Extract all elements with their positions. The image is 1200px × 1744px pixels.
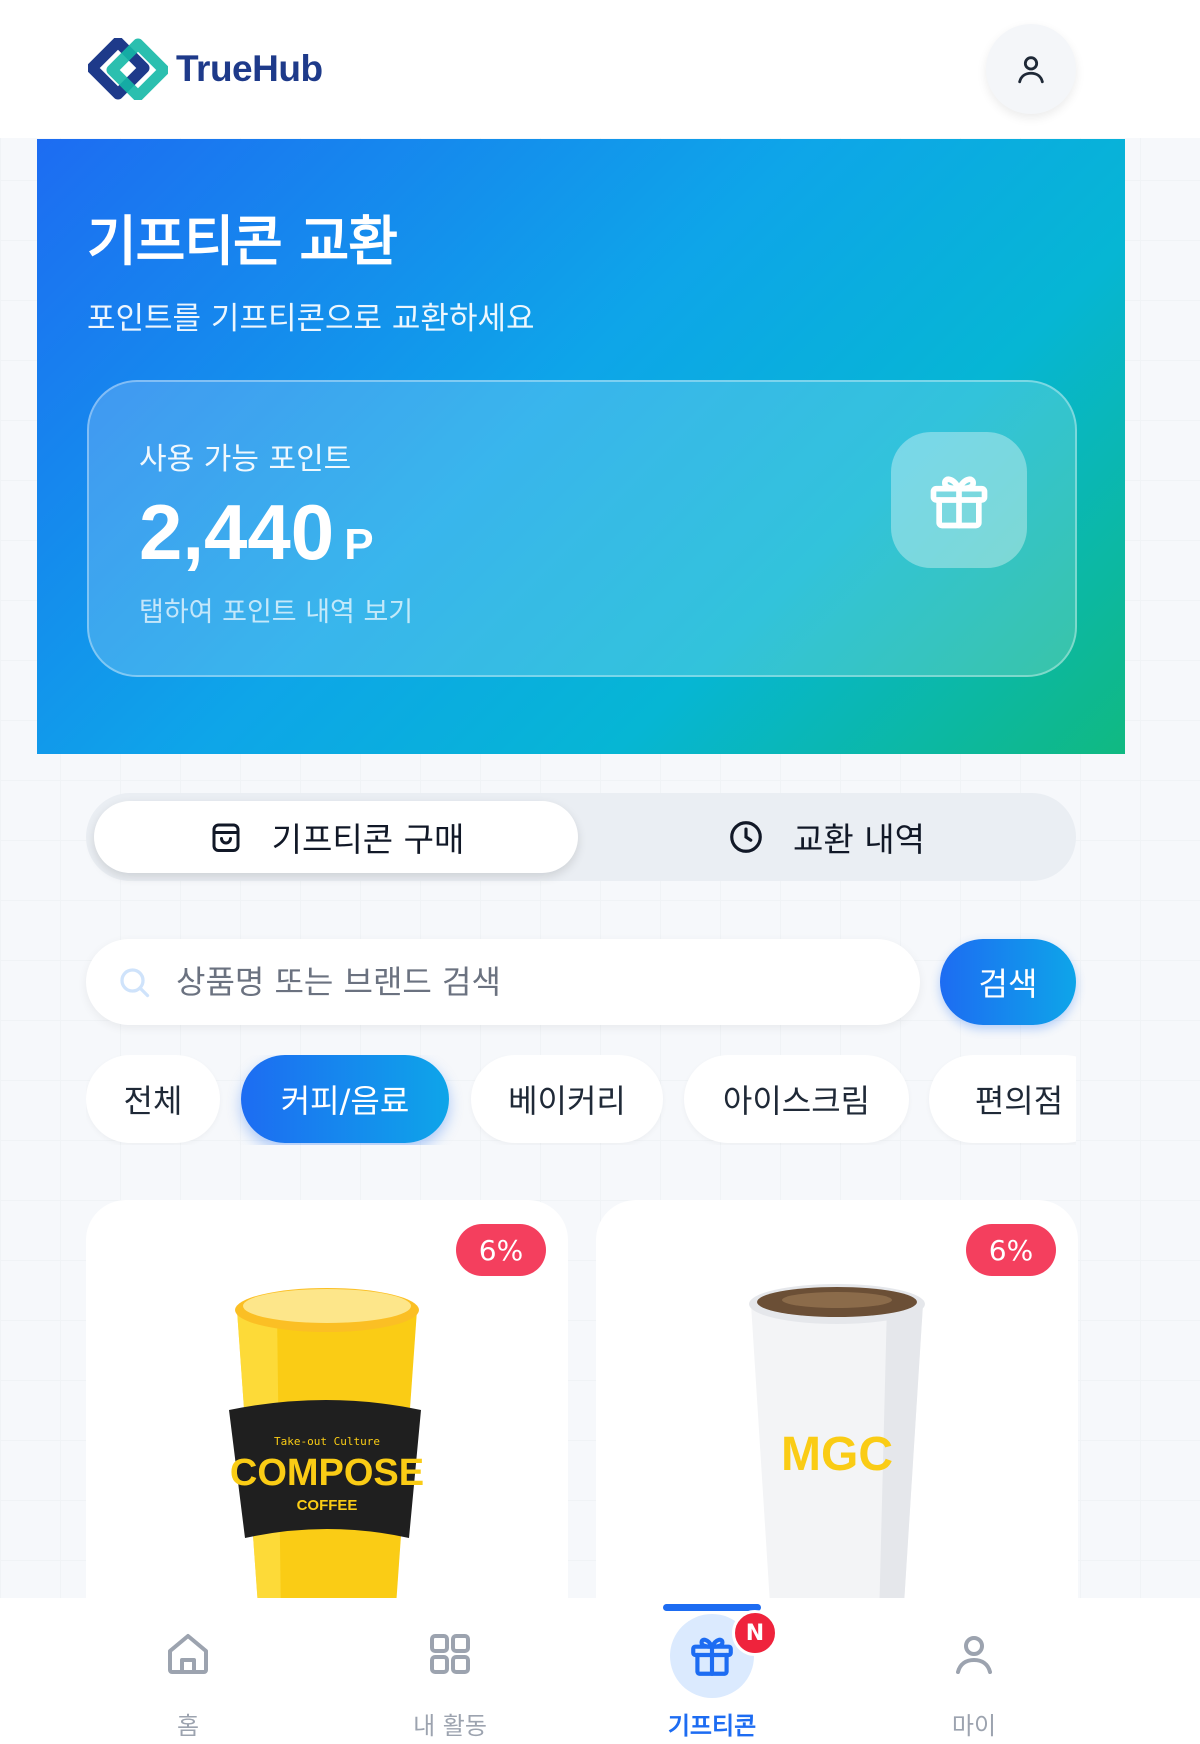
page-title: 기프티콘 교환 bbox=[87, 210, 398, 273]
mgc-coffee-cup-image: MGC bbox=[749, 1284, 925, 1620]
tab-exchange-history[interactable]: 교환 내역 bbox=[584, 801, 1068, 873]
svg-text:Take-out Culture: Take-out Culture bbox=[274, 1435, 380, 1448]
chip-coffee-drinks[interactable]: 커피/음료 bbox=[241, 1055, 449, 1143]
clock-icon bbox=[730, 821, 762, 853]
user-icon bbox=[956, 1636, 992, 1674]
grid-icon bbox=[430, 1634, 470, 1674]
svg-text:COMPOSE: COMPOSE bbox=[230, 1452, 424, 1494]
tab-gifticon-purchase-label: 기프티콘 구매 bbox=[271, 820, 465, 859]
gift-badge bbox=[891, 432, 1027, 568]
search-button[interactable]: 검색 bbox=[940, 939, 1076, 1025]
discount-badge: 6% bbox=[966, 1224, 1056, 1276]
points-card[interactable]: 사용 가능 포인트 2,440 P 탭하여 포인트 내역 보기 bbox=[87, 380, 1077, 677]
chip-convenience-store[interactable]: 편의점 bbox=[929, 1055, 1076, 1143]
points-value: 2,440 P bbox=[139, 487, 374, 578]
truehub-logo-icon bbox=[88, 38, 168, 100]
home-icon bbox=[168, 1634, 208, 1674]
chip-ice-cream[interactable]: 아이스크림 bbox=[684, 1055, 909, 1143]
discount-badge: 6% bbox=[456, 1224, 546, 1276]
points-amount: 2,440 bbox=[139, 488, 335, 576]
hero-banner: 기프티콘 교환 포인트를 기프티콘으로 교환하세요 사용 가능 포인트 2,44… bbox=[37, 139, 1125, 754]
nav-home-label: 홈 bbox=[176, 1712, 200, 1740]
app-header: TrueHub bbox=[0, 0, 1200, 138]
gift-icon bbox=[691, 1637, 733, 1676]
product-card[interactable]: 6% Take-out Culture COMPOSE COFFEE bbox=[86, 1200, 568, 1620]
product-image: MGC bbox=[596, 1270, 1078, 1620]
chip-all[interactable]: 전체 bbox=[86, 1055, 220, 1143]
svg-text:COFFEE: COFFEE bbox=[297, 1497, 358, 1514]
app-logo[interactable]: TrueHub bbox=[88, 38, 323, 100]
shopping-bag-icon bbox=[212, 823, 240, 852]
points-unit: P bbox=[344, 520, 374, 569]
page-subtitle: 포인트를 기프티콘으로 교환하세요 bbox=[87, 301, 535, 337]
nav-gifticon-label: 기프티콘 bbox=[667, 1712, 757, 1740]
search-input[interactable] bbox=[174, 962, 878, 1002]
bottom-navigation: 홈 내 활동 N 기프티콘 마이 bbox=[0, 1598, 1200, 1744]
profile-button[interactable] bbox=[986, 24, 1076, 114]
nav-my-activity-label: 내 활동 bbox=[413, 1712, 487, 1740]
search-bar bbox=[86, 939, 920, 1025]
user-icon bbox=[1018, 56, 1044, 84]
points-history-hint: 탭하여 포인트 내역 보기 bbox=[139, 597, 414, 628]
tab-exchange-history-label: 교환 내역 bbox=[793, 820, 925, 859]
points-label: 사용 가능 포인트 bbox=[139, 442, 352, 477]
nav-gifticon[interactable]: N 기프티콘 bbox=[592, 1598, 832, 1744]
svg-text:MGC: MGC bbox=[781, 1428, 893, 1481]
segment-tabs: 기프티콘 구매 교환 내역 bbox=[86, 793, 1076, 881]
product-card[interactable]: 6% MGC bbox=[596, 1200, 1078, 1620]
gift-icon bbox=[930, 476, 988, 529]
search-icon bbox=[120, 968, 150, 998]
nav-my-page-label: 마이 bbox=[951, 1712, 997, 1740]
tab-gifticon-purchase[interactable]: 기프티콘 구매 bbox=[94, 801, 578, 873]
app-name: TrueHub bbox=[176, 48, 323, 89]
compose-coffee-cup-image: Take-out Culture COMPOSE COFFEE bbox=[229, 1288, 424, 1620]
nav-my-activity[interactable]: 내 활동 bbox=[330, 1598, 570, 1744]
new-badge: N bbox=[732, 1610, 778, 1656]
product-image: Take-out Culture COMPOSE COFFEE bbox=[86, 1270, 568, 1620]
category-chips: 전체 커피/음료 베이커리 아이스크림 편의점 bbox=[86, 1055, 1076, 1145]
nav-home[interactable]: 홈 bbox=[68, 1598, 308, 1744]
nav-my-page[interactable]: 마이 bbox=[854, 1598, 1094, 1744]
chip-bakery[interactable]: 베이커리 bbox=[471, 1055, 663, 1143]
